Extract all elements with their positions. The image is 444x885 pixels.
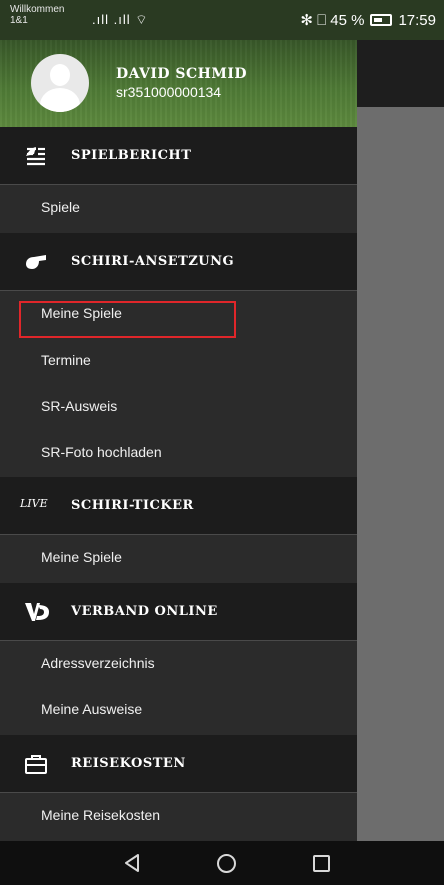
- highlight-box: [19, 301, 236, 338]
- signal-wifi-icon: .ıll .ıll ⌔: [92, 12, 149, 27]
- recent-apps-icon[interactable]: [313, 855, 330, 872]
- scrim-overlay[interactable]: [357, 107, 444, 841]
- section-verband-online: VERBAND ONLINE: [0, 583, 357, 641]
- section-title: SCHIRI-TICKER: [71, 498, 194, 513]
- menu-item-label: Adressverzeichnis: [41, 655, 155, 671]
- whistle-icon: [24, 251, 48, 273]
- live-icon: LIVE: [20, 497, 48, 510]
- menu-item-label: SR-Foto hochladen: [41, 444, 162, 460]
- section-reisekosten: REISEKOSTEN: [0, 735, 357, 793]
- vo-logo-icon: [24, 601, 49, 623]
- menu-item-label: Termine: [41, 352, 91, 368]
- section-title: REISEKOSTEN: [71, 756, 186, 771]
- avatar-head: [50, 64, 70, 86]
- report-icon: [24, 145, 48, 167]
- menu-item-label: Meine Spiele: [41, 549, 122, 565]
- briefcase-icon: [24, 753, 48, 775]
- user-id: sr351000000134: [116, 84, 222, 100]
- menu-item-termine[interactable]: Termine: [0, 339, 357, 385]
- user-name: DAVID SCHMID: [116, 66, 248, 82]
- menu-item-label: Spiele: [41, 199, 80, 215]
- section-title: SPIELBERICHT: [71, 148, 192, 163]
- carrier-line1: Willkommen: [10, 4, 65, 15]
- menu-item-meine-ausweise[interactable]: Meine Ausweise: [0, 688, 357, 734]
- section-title: VERBAND ONLINE: [71, 604, 218, 619]
- system-nav-bar: [0, 841, 444, 885]
- home-icon[interactable]: [217, 854, 236, 873]
- battery-icon: [370, 14, 393, 26]
- menu-item-spiele[interactable]: Spiele: [0, 186, 357, 232]
- section-schiri-ansetzung: SCHIRI-ANSETZUNG: [0, 233, 357, 291]
- menu-item-label: Meine Reisekosten: [41, 807, 161, 823]
- menu-item-adressverzeichnis[interactable]: Adressverzeichnis: [0, 642, 357, 688]
- menu-item-label: SR-Ausweis: [41, 398, 118, 414]
- carrier-line2: 1&1: [10, 15, 28, 26]
- menu-item-ticker-meine-spiele[interactable]: Meine Spiele: [0, 536, 357, 582]
- section-title: SCHIRI-ANSETZUNG: [71, 254, 235, 269]
- status-right: ✻ ⎕ 45 % 17:59: [300, 11, 436, 30]
- carrier-label: Willkommen 1&1: [10, 4, 64, 26]
- navigation-drawer: DAVID SCHMID sr351000000134 SPIELBERICHT…: [0, 0, 357, 841]
- app-bar-behind-drawer: [357, 40, 444, 107]
- section-spielbericht: SPIELBERICHT: [0, 127, 357, 185]
- clock: 17:59: [398, 11, 436, 29]
- avatar[interactable]: [31, 54, 89, 112]
- status-bar: Willkommen 1&1 .ıll .ıll ⌔ ✻ ⎕ 45 % 17:5…: [0, 0, 444, 40]
- menu-item-sr-foto-hochladen[interactable]: SR-Foto hochladen: [0, 431, 357, 477]
- menu-item-meine-reisekosten[interactable]: Meine Reisekosten: [0, 794, 357, 840]
- section-schiri-ticker: LIVE SCHIRI-TICKER: [0, 477, 357, 535]
- back-icon[interactable]: [123, 853, 141, 873]
- menu-item-label: Meine Ausweise: [41, 701, 143, 717]
- menu-item-sr-ausweis[interactable]: SR-Ausweis: [0, 385, 357, 431]
- bluetooth-battery-label: ✻ ⎕ 45 %: [300, 12, 365, 29]
- avatar-body: [40, 88, 80, 112]
